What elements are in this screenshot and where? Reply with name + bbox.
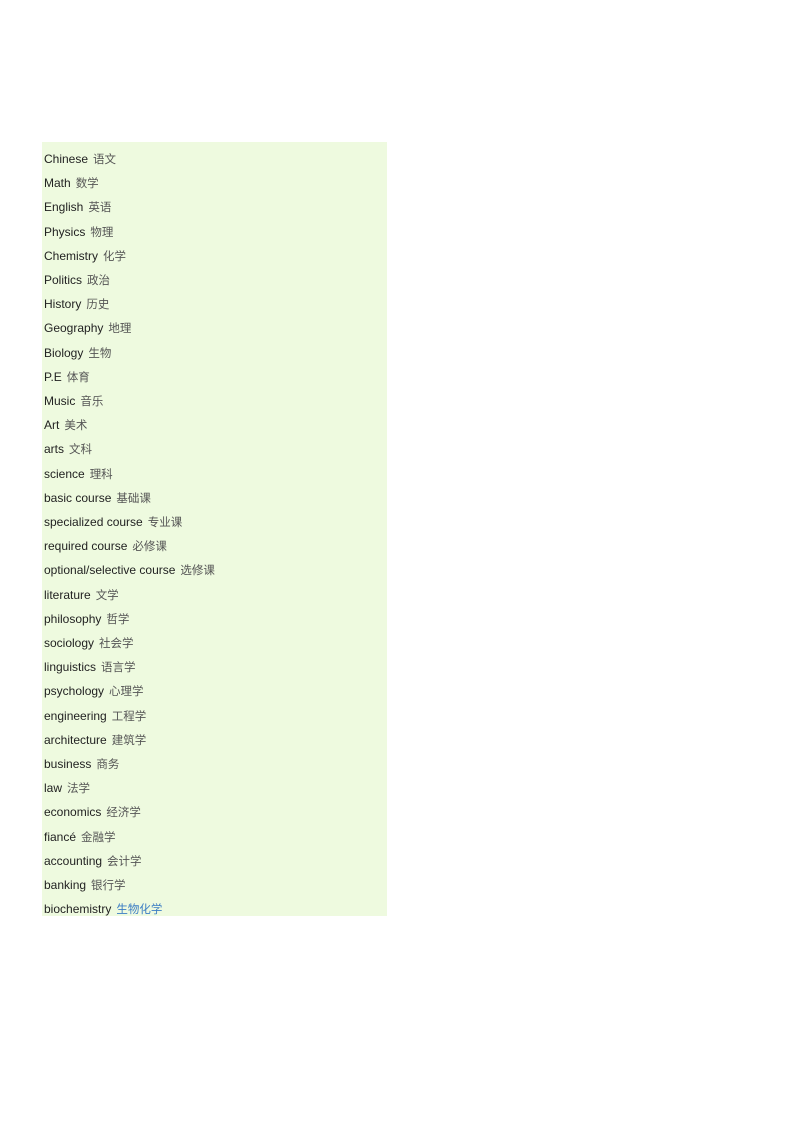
english-term: literature [44,587,91,602]
list-item: arts 文科 [44,439,92,459]
chinese-term: 经济学 [106,805,141,820]
chinese-term: 商务 [96,757,120,771]
english-term: banking [44,878,87,892]
chinese-term: 美术 [64,418,88,433]
list-item: Biology 生物 [44,343,111,363]
list-item: Physics 物理 [44,222,113,242]
english-term: Physics [44,224,86,239]
english-term: biochemistry [44,902,112,917]
list-item: Politics 政治 [44,270,110,290]
list-item: sociology 社会学 [44,633,134,653]
list-item: Music 音乐 [44,391,103,411]
list-item: literature 文学 [44,585,119,605]
english-term: business [44,757,92,771]
list-item: science 理科 [44,464,113,484]
chinese-term: 社会学 [99,636,134,650]
chinese-term: 银行学 [91,878,126,892]
chinese-term: 选修课 [180,563,215,578]
english-term: engineering [44,708,107,723]
english-term: Politics [44,273,83,287]
chinese-term: 会计学 [107,853,142,868]
chinese-term-link[interactable]: 生物化学 [116,902,162,916]
list-item: basic course 基础课 [44,488,151,508]
english-term: History [44,297,82,312]
vocabulary-list: Chinese 语文 Math 数学 English 英语 Physics 物理 Chemist… [42,142,387,916]
english-term: Chinese [44,152,89,166]
list-item: Math 数学 [44,173,99,193]
list-item: economics 经济学 [44,802,141,822]
list-item: P.E 体育 [44,367,90,387]
english-term: science [44,466,85,481]
list-item: Chemistry 化学 [44,246,126,266]
english-term: Math [44,176,71,191]
english-term: Chemistry [44,248,99,263]
list-item: required course 必修课 [44,536,167,556]
chinese-term: 哲学 [106,611,130,626]
chinese-term: 法学 [67,781,91,796]
chinese-term: 建筑学 [111,732,147,747]
list-item: banking 银行学 [44,875,126,895]
chinese-term: 生物 [88,345,112,360]
english-term: fiancé [44,829,77,844]
chinese-term: 专业课 [147,515,183,529]
chinese-term: 化学 [103,248,127,263]
list-item: History 历史 [44,294,109,314]
english-term: economics [44,805,102,820]
english-term: arts [44,442,65,457]
chinese-term: 金融学 [81,829,116,844]
list-item: optional/selective course 选修课 [44,560,215,580]
english-term: English [44,200,84,215]
chinese-term: 音乐 [80,394,104,408]
chinese-term: 工程学 [111,708,147,723]
list-item: psychology 心理学 [44,681,144,701]
chinese-term: 心理学 [109,684,144,699]
chinese-term: 地理 [108,321,132,336]
english-term: Geography [44,321,104,336]
list-item: specialized course 专业课 [44,512,182,532]
list-item: philosophy 哲学 [44,609,129,629]
english-term: P.E [44,369,62,384]
chinese-term: 文科 [69,442,93,457]
english-term: sociology [44,636,95,650]
chinese-term: 语言学 [101,660,136,675]
list-item: law 法学 [44,778,90,798]
chinese-term: 理科 [89,466,113,481]
english-term: linguistics [44,660,97,675]
english-term: specialized course [44,515,143,529]
english-term: optional/selective course [44,563,176,578]
chinese-term: 基础课 [116,490,151,505]
list-item: English 英语 [44,197,111,217]
english-term: required course [44,539,128,554]
chinese-term: 历史 [86,297,110,312]
chinese-term: 政治 [87,273,111,287]
list-item: engineering 工程学 [44,706,146,726]
chinese-term: 英语 [88,200,112,215]
list-item: fiancé 金融学 [44,827,116,847]
list-item: Chinese 语文 [44,149,116,169]
english-term: Art [44,418,60,433]
list-item: accounting 会计学 [44,851,142,871]
chinese-term: 文学 [95,587,119,602]
list-item: linguistics 语言学 [44,657,136,677]
english-term: basic course [44,490,112,505]
list-item: business 商务 [44,754,119,774]
list-item: Art 美术 [44,415,87,435]
english-term: Biology [44,345,84,360]
english-term: philosophy [44,611,102,626]
chinese-term: 必修课 [132,539,167,554]
list-item: architecture 建筑学 [44,730,146,750]
list-item: Geography 地理 [44,318,131,338]
english-term: psychology [44,684,105,699]
list-item: biochemistry 生物化学 [44,899,162,919]
chinese-term: 物理 [90,224,114,239]
english-term: accounting [44,853,103,868]
chinese-term: 语文 [93,152,117,166]
english-term: Music [44,394,76,408]
chinese-term: 体育 [66,369,90,384]
chinese-term: 数学 [75,176,99,191]
english-term: architecture [44,732,107,747]
english-term: law [44,781,63,796]
